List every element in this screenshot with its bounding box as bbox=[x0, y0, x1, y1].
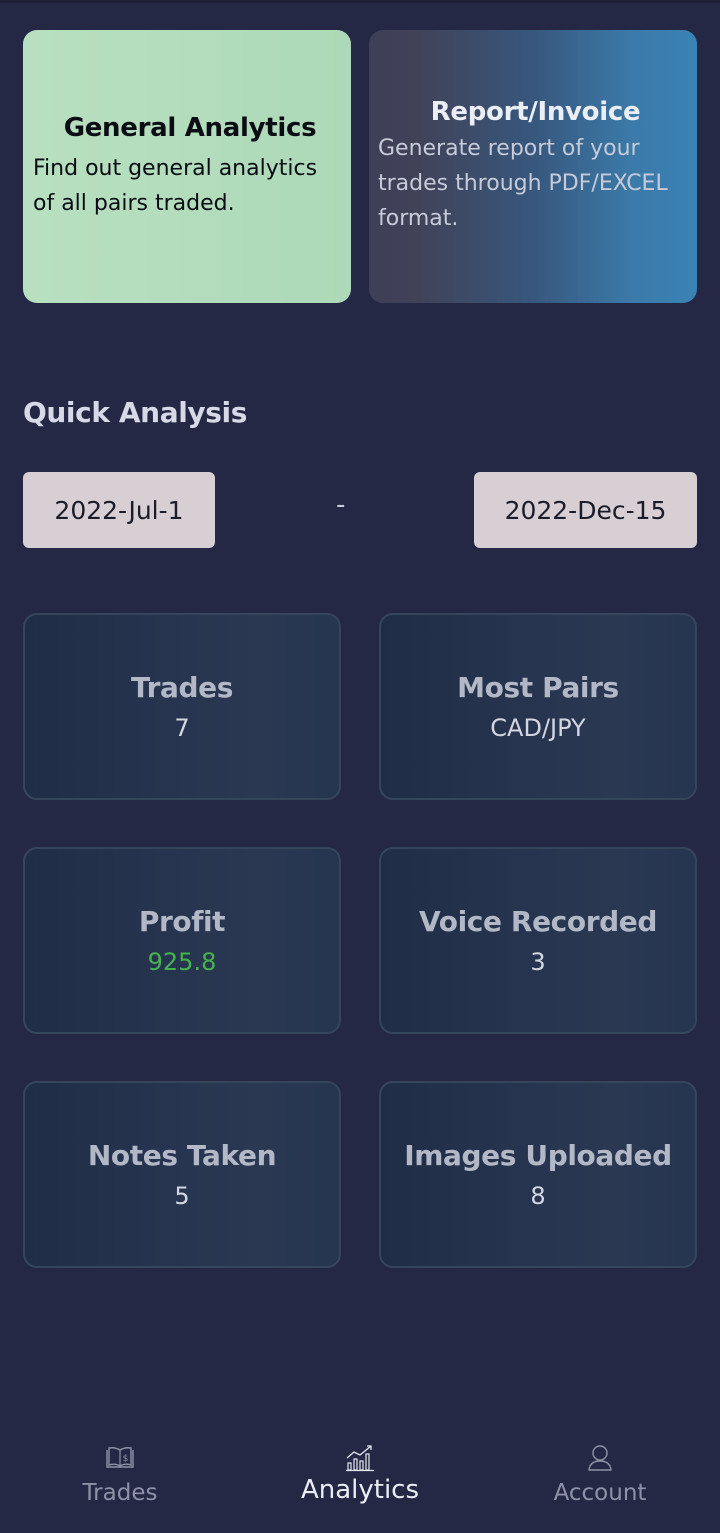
stat-label: Trades bbox=[130, 671, 234, 704]
stat-card-images-uploaded: Images Uploaded 8 bbox=[379, 1081, 697, 1268]
stat-label: Notes Taken bbox=[87, 1139, 277, 1172]
quick-analysis-title: Quick Analysis bbox=[23, 396, 247, 429]
stat-label: Images Uploaded bbox=[404, 1139, 672, 1172]
stat-card-most-pairs: Most Pairs CAD/JPY bbox=[379, 613, 697, 800]
stat-card-notes-taken: Notes Taken 5 bbox=[23, 1081, 341, 1268]
report-invoice-desc-line: Generate report of your bbox=[378, 136, 640, 161]
book-dollar-icon: $ bbox=[105, 1444, 135, 1472]
stat-label: Most Pairs bbox=[457, 671, 619, 704]
nav-label-account: Account bbox=[553, 1480, 647, 1506]
general-analytics-card[interactable]: General Analytics Find out general analy… bbox=[23, 30, 351, 303]
stat-value: 8 bbox=[530, 1182, 546, 1210]
general-analytics-title: General Analytics bbox=[63, 112, 317, 143]
general-analytics-desc: Find out general analytics of all pairs … bbox=[33, 151, 347, 221]
stat-value: 5 bbox=[174, 1182, 190, 1210]
end-date-button[interactable]: 2022-Dec-15 bbox=[474, 472, 697, 548]
stat-label: Profit bbox=[138, 905, 226, 938]
nav-label-trades: Trades bbox=[82, 1480, 158, 1506]
bar-chart-icon bbox=[345, 1444, 375, 1472]
stat-value: 3 bbox=[530, 948, 546, 976]
report-invoice-card[interactable]: Report/Invoice Generate report of your t… bbox=[369, 30, 697, 303]
nav-item-account[interactable]: Account bbox=[500, 1422, 700, 1533]
report-invoice-title: Report/Invoice bbox=[430, 97, 641, 127]
stat-card-voice-recorded: Voice Recorded 3 bbox=[379, 847, 697, 1034]
date-range-separator: - bbox=[336, 490, 346, 520]
nav-item-analytics[interactable]: Analytics bbox=[260, 1422, 460, 1533]
top-edge bbox=[0, 0, 720, 3]
stat-value-profit: 925.8 bbox=[147, 948, 217, 976]
start-date-button[interactable]: 2022-Jul-1 bbox=[23, 472, 215, 548]
general-analytics-desc-line: Find out general analytics bbox=[33, 155, 318, 181]
svg-text:$: $ bbox=[123, 1454, 129, 1464]
general-analytics-desc-line: of all pairs traded. bbox=[33, 190, 235, 216]
stat-value: CAD/JPY bbox=[490, 714, 586, 742]
user-icon bbox=[587, 1444, 613, 1472]
nav-item-trades[interactable]: $ Trades bbox=[20, 1422, 220, 1533]
report-invoice-desc-line: trades through PDF/EXCEL bbox=[378, 171, 668, 196]
stat-label: Voice Recorded bbox=[419, 905, 657, 938]
report-invoice-desc-line: format. bbox=[378, 206, 459, 231]
stat-card-trades: Trades 7 bbox=[23, 613, 341, 800]
bottom-navigation: $ Trades Analytics Account bbox=[0, 1422, 720, 1533]
nav-label-analytics: Analytics bbox=[300, 1475, 420, 1505]
stat-value: 7 bbox=[174, 714, 190, 742]
analytics-screen: General Analytics Find out general analy… bbox=[0, 0, 720, 1533]
stat-card-profit: Profit 925.8 bbox=[23, 847, 341, 1034]
report-invoice-desc: Generate report of your trades through P… bbox=[378, 131, 693, 236]
